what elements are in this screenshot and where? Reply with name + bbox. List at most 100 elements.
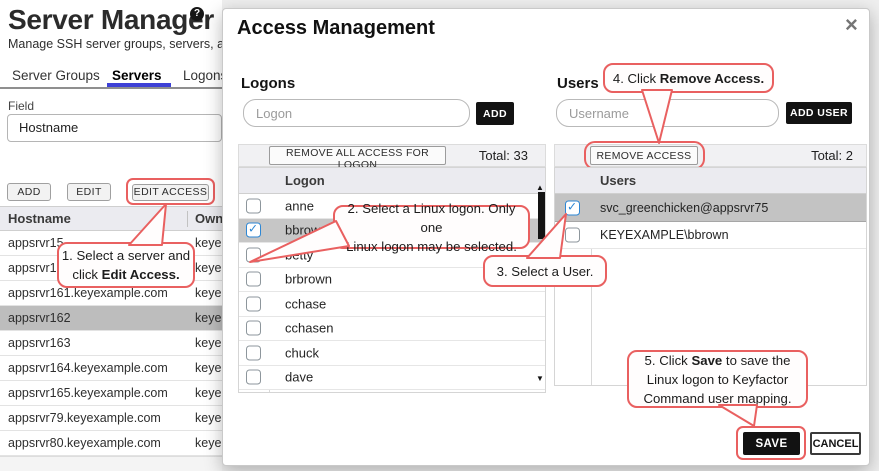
column-divider [187, 211, 188, 227]
row-checkbox-checked[interactable]: ✓ [246, 223, 261, 238]
cancel-button[interactable]: CANCEL [810, 432, 861, 455]
callout-1: 1. Select a server and click Edit Access… [57, 242, 195, 288]
hostname-cell: appsrvr15 [8, 236, 64, 250]
field-select[interactable]: Hostname [7, 114, 222, 142]
table-row[interactable]: appsrvr165.keyexample.com keye [0, 381, 222, 406]
page: Server Manager ? Manage SSH server group… [0, 0, 879, 471]
hostname-column-header: Hostname [8, 211, 71, 226]
remove-all-access-button[interactable]: REMOVE ALL ACCESS FOR LOGON [269, 146, 446, 165]
logon-row[interactable]: cchase [239, 292, 545, 317]
username-input[interactable] [556, 99, 779, 127]
hostname-cell: appsrvr16 [8, 261, 64, 275]
owner-column-header: Own [195, 211, 223, 226]
check-icon: ✓ [567, 199, 577, 213]
user-name: KEYEXAMPLE\bbrown [600, 228, 729, 242]
callout-text: 2. Select a Linux logon. Only one [348, 201, 516, 235]
edit-server-button[interactable]: EDIT [67, 183, 111, 201]
check-icon: ✓ [248, 222, 258, 236]
row-checkbox[interactable] [246, 296, 261, 311]
callout-2: 2. Select a Linux logon. Only one Linux … [333, 205, 530, 249]
table-row[interactable]: appsrvr80.keyexample.com keye [0, 431, 222, 456]
callout-text: click [72, 267, 101, 282]
close-icon[interactable]: × [845, 13, 858, 37]
scrollbar-up-icon[interactable]: ▲ [536, 184, 544, 192]
owner-cell: keye [195, 311, 221, 325]
row-checkbox[interactable] [246, 198, 261, 213]
owner-cell: keye [195, 436, 221, 450]
field-select-value: Hostname [19, 120, 78, 135]
add-logon-button[interactable]: ADD [476, 102, 514, 125]
table-row[interactable]: appsrvr79.keyexample.com keye [0, 406, 222, 431]
add-user-button[interactable]: ADD USER [786, 102, 852, 124]
logon-name: chuck [285, 345, 319, 360]
hostname-cell: appsrvr79.keyexample.com [8, 411, 161, 425]
hostname-cell: appsrvr165.keyexample.com [8, 386, 168, 400]
add-server-button[interactable]: ADD [7, 183, 51, 201]
owner-cell: keye [195, 336, 221, 350]
logon-column-header: Logon [285, 173, 325, 188]
callout-text-bold: Save [691, 353, 722, 368]
callout-text: 4. Click [613, 71, 660, 86]
table-row[interactable]: appsrvr163 keye [0, 331, 222, 356]
remove-access-button[interactable]: REMOVE ACCESS [590, 146, 698, 165]
row-checkbox[interactable] [246, 321, 261, 336]
table-row-selected[interactable]: appsrvr162 keye [0, 306, 222, 331]
hostname-cell: appsrvr164.keyexample.com [8, 361, 168, 375]
users-total: Total: 2 [781, 148, 853, 163]
tab-servers[interactable]: Servers [112, 68, 162, 83]
user-row[interactable]: KEYEXAMPLE\bbrown [555, 222, 866, 249]
row-checkbox[interactable] [246, 272, 261, 287]
tab-logons[interactable]: Logons [183, 68, 227, 83]
logons-table-header: Logon [239, 168, 545, 194]
logon-row[interactable]: dave [239, 366, 545, 391]
owner-cell: keye [195, 236, 221, 250]
hostname-cell: appsrvr161.keyexample.com [8, 286, 168, 300]
users-table-header: Users [555, 168, 866, 194]
tab-server-groups[interactable]: Server Groups [12, 68, 100, 83]
owner-cell: keye [195, 286, 221, 300]
row-checkbox[interactable] [246, 247, 261, 262]
logon-name: cchase [285, 296, 326, 311]
users-column-header: Users [600, 173, 636, 188]
save-button[interactable]: SAVE [743, 432, 800, 455]
owner-cell: keye [195, 386, 221, 400]
logon-name: anne [285, 198, 314, 213]
edit-access-button[interactable]: EDIT ACCESS [132, 184, 209, 201]
row-checkbox-checked[interactable]: ✓ [565, 200, 580, 215]
callout-text: Command user mapping. [643, 391, 791, 406]
hostname-cell: appsrvr163 [8, 336, 71, 350]
callout-text: 1. Select a server and [62, 248, 190, 263]
page-title: Server Manager [8, 4, 214, 36]
logons-total: Total: 33 [468, 148, 528, 163]
row-checkbox[interactable] [246, 370, 261, 385]
row-checkbox[interactable] [565, 228, 580, 243]
logon-name: betty [285, 247, 313, 262]
logon-name: bbrown [285, 223, 328, 238]
logon-name: dave [285, 370, 313, 385]
field-label: Field [8, 99, 34, 113]
hostname-cell: appsrvr80.keyexample.com [8, 436, 161, 450]
logon-name: brbrown [285, 272, 332, 287]
table-row[interactable]: appsrvr164.keyexample.com keye [0, 356, 222, 381]
callout-4: 4. Click Remove Access. [603, 63, 774, 93]
row-checkbox[interactable] [246, 345, 261, 360]
callout-text: to save the [722, 353, 790, 368]
tabs-divider [0, 87, 222, 89]
owner-cell: keye [195, 261, 221, 275]
logon-input[interactable] [243, 99, 470, 127]
user-row-selected[interactable]: ✓ svc_greenchicken@appsrvr75 [555, 194, 866, 222]
callout-3: 3. Select a User. [483, 255, 607, 287]
hostname-cell: appsrvr162 [8, 311, 71, 325]
scrollbar-down-icon[interactable]: ▼ [536, 375, 544, 383]
callout-text: Linux logon may be selected. [346, 239, 517, 254]
logon-row[interactable]: cchasen [239, 317, 545, 342]
callout-text: 3. Select a User. [497, 264, 594, 279]
logon-row[interactable]: chuck [239, 341, 545, 366]
callout-text-bold: Edit Access. [102, 267, 180, 282]
logon-name: cchasen [285, 321, 333, 336]
help-icon[interactable]: ? [190, 7, 204, 21]
page-subtitle: Manage SSH server groups, servers, a [8, 37, 224, 51]
scrollbar-thumb[interactable] [538, 192, 545, 239]
user-name: svc_greenchicken@appsrvr75 [600, 201, 768, 215]
callout-text: Linux logon to Keyfactor [647, 372, 789, 387]
